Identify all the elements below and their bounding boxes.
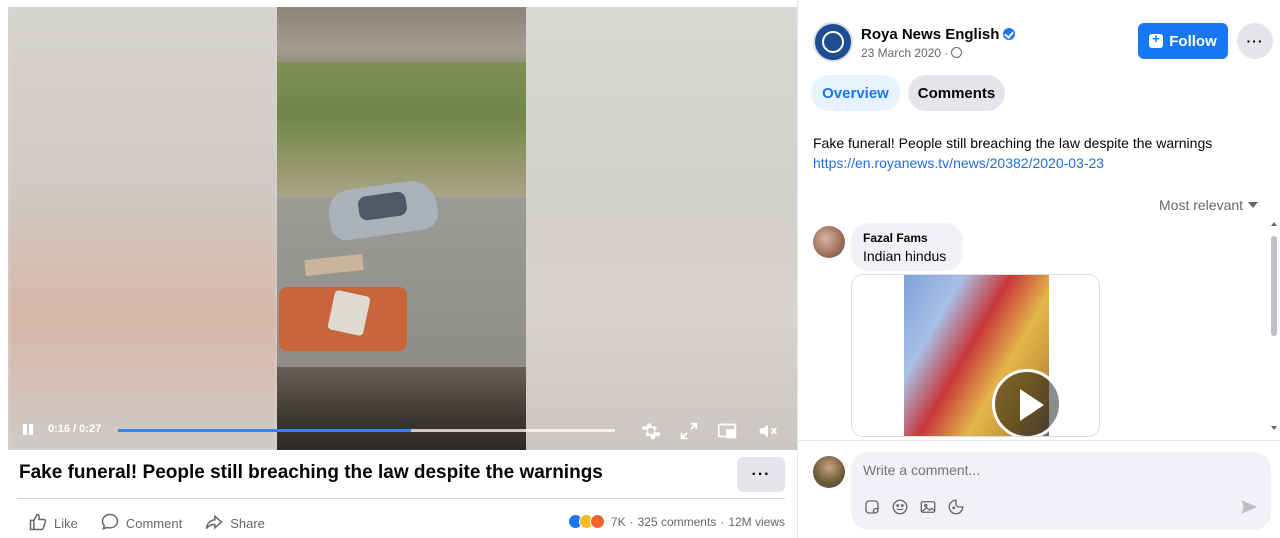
follow-plus-icon bbox=[1149, 31, 1164, 48]
fullscreen-icon[interactable] bbox=[678, 420, 700, 442]
emoji-icon[interactable] bbox=[891, 498, 909, 516]
settings-gear-icon[interactable] bbox=[640, 420, 662, 442]
sort-label: Most relevant bbox=[1159, 197, 1244, 213]
share-button[interactable]: Share bbox=[204, 512, 265, 535]
like-button[interactable]: Like bbox=[28, 512, 78, 535]
pause-icon[interactable] bbox=[22, 422, 36, 438]
comment-input[interactable] bbox=[863, 462, 1243, 478]
video-player[interactable] bbox=[8, 7, 797, 450]
frame-orange-car bbox=[279, 287, 407, 351]
comment-sort-dropdown[interactable]: Most relevant bbox=[1159, 197, 1259, 213]
comment-label: Comment bbox=[125, 516, 183, 531]
video-progress-fill bbox=[118, 429, 412, 432]
share-arrow-icon bbox=[204, 512, 224, 535]
follow-button[interactable]: Follow bbox=[1138, 23, 1228, 59]
follow-label: Follow bbox=[1169, 32, 1217, 50]
stats-separator: · bbox=[629, 514, 634, 529]
post-stats: 7K · 325 comments · 12M views bbox=[567, 514, 785, 529]
page-name: Roya News English bbox=[861, 26, 1000, 43]
post-actions: Like Comment Share bbox=[28, 512, 287, 535]
reaction-icons[interactable] bbox=[567, 514, 605, 529]
video-blur-right bbox=[526, 7, 797, 450]
scroll-down-icon[interactable] bbox=[1271, 426, 1277, 430]
share-label: Share bbox=[230, 516, 265, 531]
composer-divider bbox=[798, 440, 1280, 441]
video-frame[interactable] bbox=[277, 7, 526, 450]
post-title: Fake funeral! People still breaching the… bbox=[19, 462, 603, 483]
comment-count[interactable]: 325 comments bbox=[638, 515, 717, 529]
globe-icon bbox=[951, 47, 963, 58]
mute-icon[interactable] bbox=[757, 420, 779, 442]
roya-logo-icon bbox=[822, 31, 844, 53]
page-more-button[interactable]: ··· bbox=[1237, 23, 1273, 59]
description-link[interactable]: https://en.royanews.tv/news/20382/2020-0… bbox=[813, 153, 1263, 173]
comment-text: Indian hindus bbox=[863, 248, 947, 264]
stats-separator: · bbox=[720, 514, 725, 529]
page-name-link[interactable]: Roya News English bbox=[861, 26, 1016, 43]
commenter-avatar[interactable] bbox=[813, 226, 845, 258]
photo-icon[interactable] bbox=[919, 498, 937, 516]
send-icon[interactable] bbox=[1240, 499, 1258, 515]
view-count: 12M views bbox=[728, 514, 785, 529]
gif-icon[interactable] bbox=[947, 498, 965, 516]
description-text: Fake funeral! People still breaching the… bbox=[813, 135, 1213, 151]
comment-bubble-icon bbox=[100, 512, 120, 535]
comments-scrollbar[interactable] bbox=[1270, 220, 1278, 436]
angry-reaction-icon bbox=[589, 514, 605, 529]
sticker-icon[interactable] bbox=[863, 498, 881, 516]
comment-bubble: Fazal Fams Indian hindus bbox=[851, 223, 963, 271]
frame-hillside bbox=[277, 62, 526, 197]
post-date-text[interactable]: 23 March 2020 · bbox=[861, 46, 948, 60]
panel-divider bbox=[797, 0, 798, 538]
play-icon[interactable] bbox=[992, 369, 1062, 436]
post-date: 23 March 2020 · bbox=[861, 46, 963, 60]
thumbs-up-icon bbox=[28, 512, 48, 535]
picture-in-picture-icon[interactable] bbox=[716, 420, 738, 442]
post-divider bbox=[17, 498, 785, 499]
tab-comments[interactable]: Comments bbox=[908, 75, 1005, 111]
video-blur-left bbox=[8, 7, 277, 450]
scroll-up-icon[interactable] bbox=[1271, 222, 1277, 226]
comment-video-thumbnail bbox=[904, 275, 1062, 436]
video-progress-bar[interactable] bbox=[118, 429, 615, 432]
scroll-thumb[interactable] bbox=[1271, 236, 1277, 336]
post-description: Fake funeral! People still breaching the… bbox=[813, 133, 1263, 173]
comment-author[interactable]: Fazal Fams bbox=[863, 231, 951, 245]
verified-badge-icon bbox=[1003, 28, 1016, 40]
post-more-button[interactable]: ··· bbox=[737, 457, 785, 492]
comment-button[interactable]: Comment bbox=[100, 512, 182, 535]
reaction-count[interactable]: 7K bbox=[611, 515, 626, 529]
page-avatar[interactable] bbox=[813, 22, 853, 62]
current-user-avatar[interactable] bbox=[813, 456, 845, 488]
video-time: 0:16 / 0:27 bbox=[48, 423, 102, 435]
caret-down-icon bbox=[1248, 202, 1259, 208]
like-label: Like bbox=[54, 516, 78, 531]
comment-video-attachment[interactable] bbox=[851, 274, 1100, 437]
tab-overview[interactable]: Overview bbox=[811, 75, 900, 111]
video-controls: 0:16 / 0:27 bbox=[8, 410, 797, 450]
comment-composer bbox=[851, 452, 1271, 530]
